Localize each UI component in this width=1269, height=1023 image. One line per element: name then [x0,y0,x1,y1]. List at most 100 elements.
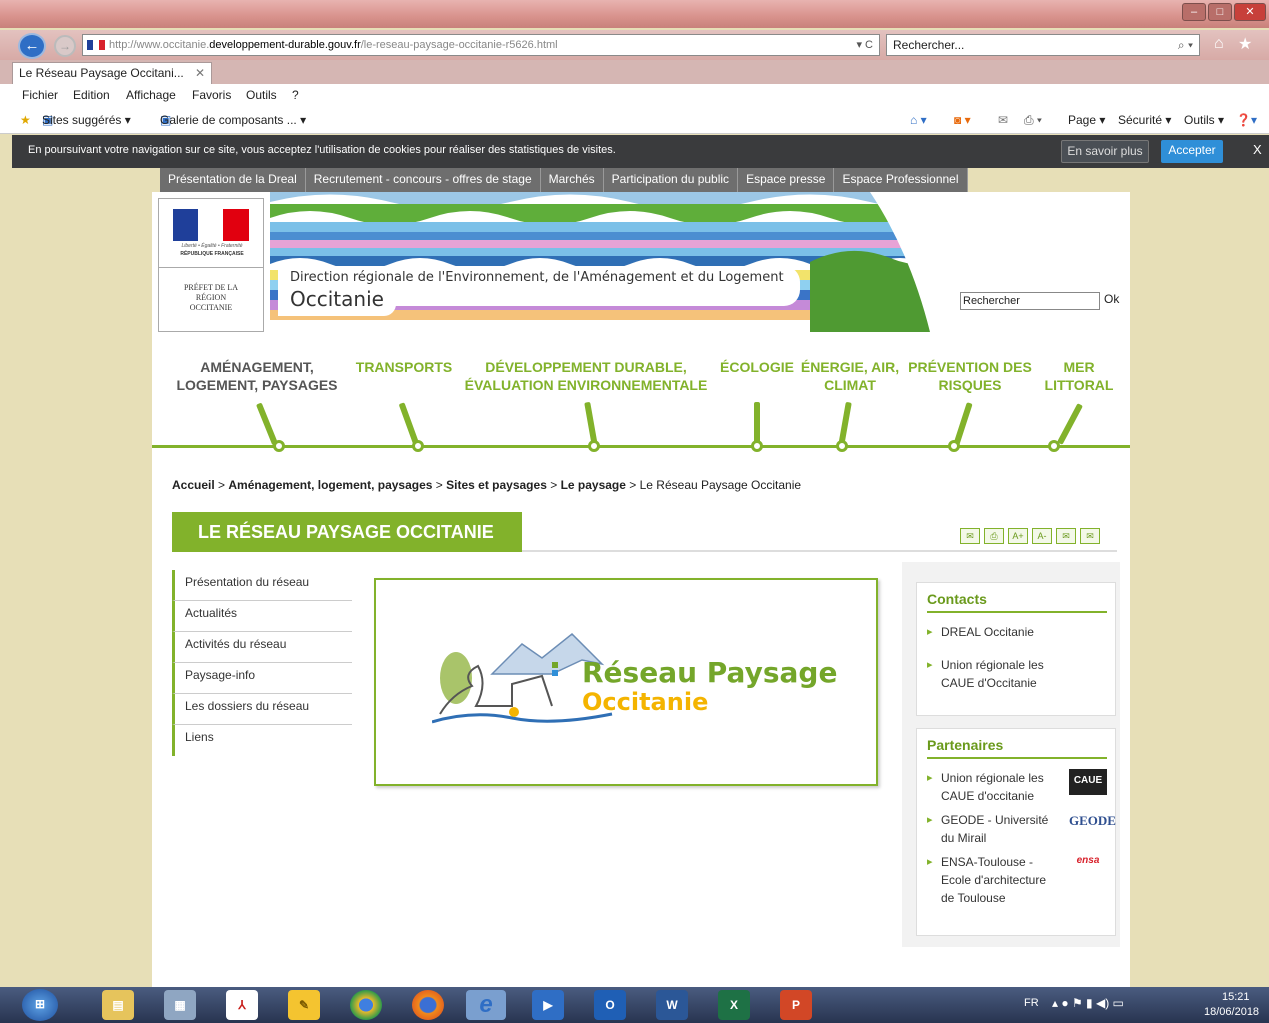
back-button[interactable]: ← [18,33,46,59]
breadcrumb-home[interactable]: Accueil [172,478,215,492]
menu-favoris[interactable]: Favoris [192,84,231,106]
logo-divider [159,267,263,268]
favorites-star-add-icon[interactable]: ★ [20,108,31,132]
maximize-button[interactable]: □ [1208,3,1232,21]
dreal-line1: Direction régionale de l'Environnement, … [290,270,784,285]
acrobat-icon[interactable]: ⅄ [226,990,258,1020]
outlook-icon[interactable]: O [594,990,626,1020]
cookie-text: En poursuivant votre navigation sur ce s… [28,144,616,156]
menu-help[interactable]: ? [292,84,299,106]
tab-close-icon[interactable]: ✕ [195,63,205,83]
site-search-input[interactable]: Rechercher [960,292,1100,310]
browser-tab[interactable]: Le Réseau Paysage Occitani... ✕ [12,62,212,84]
home-cmd-icon[interactable]: ⌂ ▾ [910,108,927,132]
leftnav-paysage-info[interactable]: Paysage-info [172,663,352,694]
topnav-participation[interactable]: Participation du public [604,168,739,192]
menu-bar: Fichier Edition Affichage Favoris Outils… [0,84,1269,108]
cmd-page[interactable]: Page ▾ [1068,108,1105,132]
file-explorer-icon[interactable]: ▤ [102,990,134,1020]
start-button[interactable]: ⊞ [22,989,58,1021]
refresh-icon[interactable]: ▾ C [856,35,873,55]
address-bar[interactable]: http://www.occitanie.developpement-durab… [82,34,880,56]
forward-button[interactable]: → [54,35,76,57]
cookie-close-button[interactable]: X [1253,135,1262,165]
marianne-logo[interactable]: Liberté • Égalité • Fraternité RÉPUBLIQU… [158,198,264,332]
calculator-icon[interactable]: ▦ [164,990,196,1020]
breadcrumb-current: Le Réseau Paysage Occitanie [639,478,802,492]
partner-link-geode[interactable]: GEODE - Université du Mirail [927,811,1057,847]
menu-fichier[interactable]: Fichier [22,84,58,106]
minimize-button[interactable]: – [1182,3,1206,21]
partner-link-ensa[interactable]: ENSA-Toulouse - Ecole d'architecture de … [927,853,1057,907]
tray-icons[interactable]: ▴ ● ⚑ ▮ ◀) ▭ [1052,996,1124,1010]
help-icon[interactable]: ❓▾ [1236,108,1257,132]
breadcrumb-l3[interactable]: Le paysage [561,478,626,492]
media-player-icon[interactable]: ▶ [532,990,564,1020]
nav-transports[interactable]: TRANSPORTS [352,358,456,376]
leftnav-actualites[interactable]: Actualités [172,601,352,632]
nav-mer[interactable]: MER LITTORAL [1042,358,1116,394]
nav-energie[interactable]: ÉNERGIE, AIR, CLIMAT [800,358,900,394]
browser-search-input[interactable]: Rechercher... ⌕ ▾ [886,34,1200,56]
font-increase-icon[interactable]: A+ [1008,528,1028,544]
language-indicator[interactable]: FR [1024,997,1039,1009]
favorites-star-icon[interactable]: ★ [1238,34,1252,54]
excel-icon[interactable]: X [718,990,750,1020]
nav-developpement[interactable]: DÉVELOPPEMENT DURABLE, ÉVALUATION ENVIRO… [464,358,708,394]
topnav-presentation[interactable]: Présentation de la Dreal [160,168,306,192]
close-window-button[interactable]: ✕ [1234,3,1266,21]
leftnav-liens[interactable]: Liens [172,725,352,756]
font-decrease-icon[interactable]: A- [1032,528,1052,544]
email-icon[interactable]: ✉ [960,528,980,544]
page-tools: ✉ ⎙ A+ A- ✉ ✉ [960,528,1100,544]
nav-ecologie[interactable]: ÉCOLOGIE [720,358,794,376]
breadcrumb-sep: > [432,478,447,492]
topnav-recrutement[interactable]: Recrutement - concours - offres de stage [306,168,541,192]
mail-cmd-icon[interactable]: ✉ [998,108,1008,132]
contacts-title: Contacts [927,591,987,607]
menu-affichage[interactable]: Affichage [126,84,176,106]
nav-node [836,440,848,452]
geode-logo[interactable]: GEODE [1069,809,1116,843]
word-icon[interactable]: W [656,990,688,1020]
nav-node [751,440,763,452]
occitanie-label-box: Occitanie [278,286,396,316]
mail-send-icon[interactable]: ✉ [1080,528,1100,544]
firefox-icon[interactable] [412,990,444,1020]
learn-more-button[interactable]: En savoir plus [1061,140,1149,163]
clock-time[interactable]: 15:21 [1222,991,1250,1003]
nav-prevention[interactable]: PRÉVENTION DES RISQUES [908,358,1032,394]
powerpoint-icon[interactable]: P [780,990,812,1020]
home-icon[interactable]: ⌂ [1214,35,1224,53]
print-page-icon[interactable]: ⎙ [984,528,1004,544]
cmd-outils[interactable]: Outils ▾ [1184,108,1224,132]
topnav-presse[interactable]: Espace presse [738,168,835,192]
left-navigation: Présentation du réseau Actualités Activi… [172,570,352,756]
breadcrumb-l2[interactable]: Sites et paysages [446,478,547,492]
topnav-professionnel[interactable]: Espace Professionnel [834,168,968,192]
contact-link-caue[interactable]: Union régionale les CAUE d'Occitanie [927,656,1067,692]
topnav-marches[interactable]: Marchés [541,168,604,192]
caue-logo[interactable]: CAUE [1069,769,1107,795]
menu-edition[interactable]: Edition [73,84,110,106]
mail-share-icon[interactable]: ✉ [1056,528,1076,544]
leftnav-presentation[interactable]: Présentation du réseau [172,570,352,601]
menu-outils[interactable]: Outils [246,84,277,106]
print-icon[interactable]: ⎙ ▾ [1024,108,1042,132]
accept-button[interactable]: Accepter [1161,140,1223,163]
sticky-notes-icon[interactable]: ✎ [288,990,320,1020]
cmd-securite[interactable]: Sécurité ▾ [1118,108,1171,132]
clock-date[interactable]: 18/06/2018 [1204,1006,1259,1018]
leftnav-activites[interactable]: Activités du réseau [172,632,352,663]
search-icon[interactable]: ⌕ ▾ [1178,35,1193,55]
internet-explorer-icon[interactable]: e [466,990,506,1020]
contact-link-dreal[interactable]: DREAL Occitanie [927,623,1107,641]
leftnav-dossiers[interactable]: Les dossiers du réseau [172,694,352,725]
site-search-ok-button[interactable]: Ok [1104,292,1119,306]
breadcrumb-l1[interactable]: Aménagement, logement, paysages [228,478,432,492]
partner-link-caue[interactable]: Union régionale les CAUE d'occitanie [927,769,1057,805]
chrome-icon[interactable] [350,990,382,1020]
nav-amenagement[interactable]: AMÉNAGEMENT, LOGEMENT, PAYSAGES [172,358,342,394]
rss-icon[interactable]: ◙ ▾ [954,108,971,132]
ensa-logo[interactable]: ensa [1069,849,1107,875]
